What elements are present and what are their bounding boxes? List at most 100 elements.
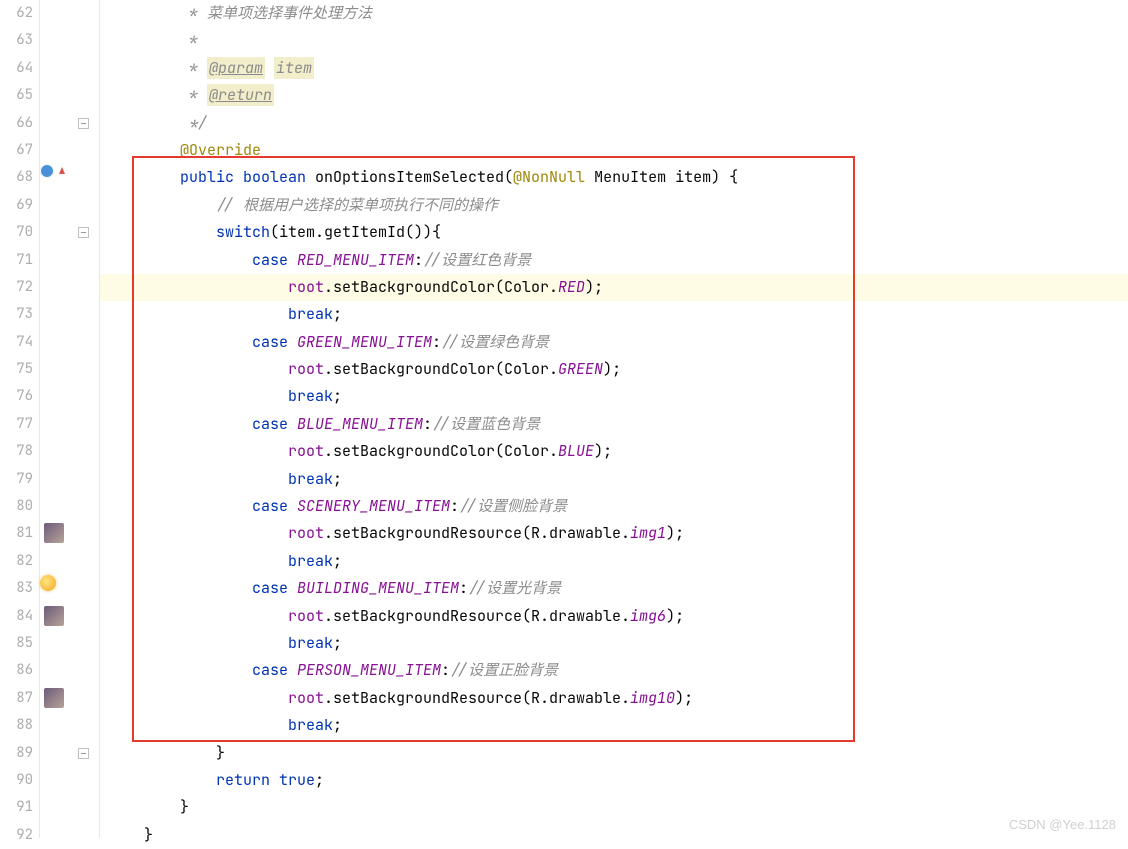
code-token: ); [675, 688, 693, 708]
code-line[interactable]: case BUILDING_MENU_ITEM://设置光背景 [100, 575, 1128, 602]
code-token [108, 140, 180, 160]
code-line[interactable]: root.setBackgroundColor(Color.BLUE); [100, 438, 1128, 465]
code-token: * [108, 30, 198, 50]
code-line[interactable]: * @param item [100, 55, 1128, 82]
code-token: @return [207, 84, 274, 106]
override-icon[interactable] [40, 164, 54, 178]
code-line[interactable]: switch(item.getItemId()){ [100, 219, 1128, 246]
code-line[interactable]: break; [100, 548, 1128, 575]
code-line[interactable]: break; [100, 712, 1128, 739]
line-number: 77 [0, 411, 33, 438]
code-line[interactable]: case PERSON_MENU_ITEM://设置正脸背景 [100, 657, 1128, 684]
resource-thumbnail-icon[interactable] [44, 523, 64, 543]
code-token: */ [108, 113, 207, 133]
code-token: root [288, 359, 324, 379]
code-token [108, 359, 288, 379]
code-token [265, 58, 274, 78]
code-token: // 根据用户选择的菜单项执行不同的操作 [216, 195, 498, 215]
code-token [108, 304, 288, 324]
code-area[interactable]: * 菜单项选择事件处理方法 * * @param item * @return … [100, 0, 1128, 838]
code-token [108, 523, 288, 543]
code-token [108, 195, 216, 215]
resource-thumbnail-icon[interactable] [44, 606, 64, 626]
code-token: RED [558, 277, 585, 297]
code-token: case [252, 496, 297, 516]
code-token: return true [216, 770, 315, 790]
code-token: GREEN_MENU_ITEM [297, 332, 432, 352]
code-token: img10 [630, 688, 675, 708]
code-line[interactable]: case GREEN_MENU_ITEM://设置绿色背景 [100, 329, 1128, 356]
code-token: //设置侧脸背景 [459, 496, 567, 516]
line-number: 64 [0, 55, 33, 82]
line-number: 79 [0, 466, 33, 493]
line-number: 92 [0, 822, 33, 849]
line-number: 71 [0, 247, 33, 274]
line-number: 91 [0, 794, 33, 821]
code-token: ); [585, 277, 603, 297]
code-token: onOptionsItemSelected( [315, 167, 513, 187]
code-line[interactable]: } [100, 794, 1128, 821]
code-editor[interactable]: 6263646566676869707172737475767778798081… [0, 0, 1128, 838]
code-line[interactable]: * [100, 27, 1128, 54]
code-token: case [252, 414, 297, 434]
watermark: CSDN @Yee.1128 [1009, 817, 1116, 832]
code-token [108, 715, 288, 735]
intention-bulb-icon[interactable] [40, 575, 56, 591]
line-number: 63 [0, 27, 33, 54]
code-line[interactable]: @Override [100, 137, 1128, 164]
code-token: ); [666, 606, 684, 626]
code-token [108, 578, 252, 598]
code-line[interactable]: * @return [100, 82, 1128, 109]
code-token: ; [333, 469, 342, 489]
code-token [108, 551, 288, 571]
code-token: * [108, 58, 207, 78]
line-number: 87 [0, 685, 33, 712]
code-token: : [423, 414, 432, 434]
code-token: .setBackgroundResource(R.drawable. [324, 606, 630, 626]
fold-toggle-icon[interactable] [78, 227, 89, 238]
code-line[interactable]: * 菜单项选择事件处理方法 [100, 0, 1128, 27]
line-number: 68 [0, 164, 33, 191]
fold-toggle-icon[interactable] [78, 748, 89, 759]
code-line[interactable]: root.setBackgroundResource(R.drawable.im… [100, 685, 1128, 712]
code-token: break [288, 386, 333, 406]
line-number: 67 [0, 137, 33, 164]
code-line[interactable]: break; [100, 383, 1128, 410]
code-line[interactable]: case BLUE_MENU_ITEM://设置蓝色背景 [100, 411, 1128, 438]
line-number: 81 [0, 520, 33, 547]
code-token: img1 [630, 523, 666, 543]
code-line[interactable]: break; [100, 630, 1128, 657]
code-line[interactable]: */ [100, 110, 1128, 137]
code-line[interactable]: root.setBackgroundColor(Color.GREEN); [100, 356, 1128, 383]
code-line[interactable]: public boolean onOptionsItemSelected(@No… [100, 164, 1128, 191]
code-line[interactable]: case RED_MENU_ITEM://设置红色背景 [100, 247, 1128, 274]
code-line[interactable]: break; [100, 466, 1128, 493]
code-line[interactable]: // 根据用户选择的菜单项执行不同的操作 [100, 192, 1128, 219]
fold-toggle-icon[interactable] [78, 118, 89, 129]
code-token: (item.getItemId()){ [270, 222, 441, 242]
code-token [108, 660, 252, 680]
code-line[interactable]: } [100, 822, 1128, 849]
line-number: 78 [0, 438, 33, 465]
code-line[interactable]: case SCENERY_MENU_ITEM://设置侧脸背景 [100, 493, 1128, 520]
code-token: break [288, 715, 333, 735]
code-token: } [108, 743, 225, 763]
code-line[interactable]: root.setBackgroundResource(R.drawable.im… [100, 603, 1128, 630]
code-token: ); [603, 359, 621, 379]
code-token: BLUE [558, 441, 594, 461]
code-token: break [288, 551, 333, 571]
code-token: case [252, 578, 297, 598]
code-token: .setBackgroundColor(Color. [324, 441, 558, 461]
code-token: //设置蓝色背景 [432, 414, 540, 434]
code-token: break [288, 633, 333, 653]
code-token: : [450, 496, 459, 516]
code-line[interactable]: break; [100, 301, 1128, 328]
fold-gutter[interactable] [70, 0, 100, 838]
line-number: 76 [0, 383, 33, 410]
code-line[interactable]: root.setBackgroundColor(Color.RED); [100, 274, 1128, 301]
resource-thumbnail-icon[interactable] [44, 688, 64, 708]
code-line[interactable]: root.setBackgroundResource(R.drawable.im… [100, 520, 1128, 547]
code-line[interactable]: return true; [100, 767, 1128, 794]
code-line[interactable]: } [100, 740, 1128, 767]
line-number: 72 [0, 274, 33, 301]
